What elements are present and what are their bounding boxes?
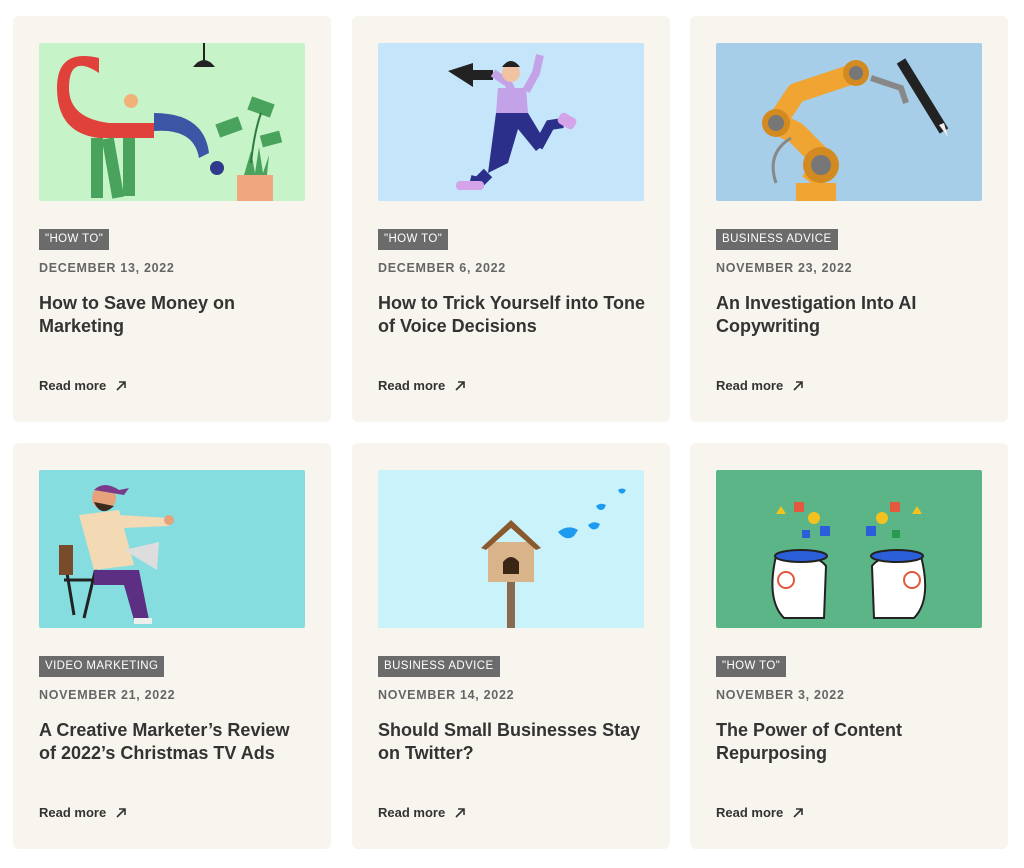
- category-tag[interactable]: BUSINESS ADVICE: [716, 229, 838, 250]
- post-card[interactable]: BUSINESS ADVICE NOVEMBER 23, 2022 An Inv…: [690, 16, 1008, 422]
- arrow-up-right-icon: [793, 380, 804, 391]
- director-chair-illustration[interactable]: [39, 470, 305, 628]
- post-title[interactable]: An Investigation Into AI Copywriting: [716, 292, 986, 338]
- two-heads-ideas-illustration[interactable]: [716, 470, 982, 628]
- arrow-up-right-icon: [793, 807, 804, 818]
- post-title[interactable]: The Power of Content Repurposing: [716, 719, 986, 765]
- category-tag[interactable]: VIDEO MARKETING: [39, 656, 165, 677]
- blog-post-grid: "HOW TO" DECEMBER 13, 2022 How to Save M…: [0, 0, 1024, 868]
- read-more-link[interactable]: Read more: [39, 805, 128, 820]
- category-tag[interactable]: "HOW TO": [39, 229, 110, 250]
- post-title[interactable]: How to Trick Yourself into Tone of Voice…: [378, 292, 648, 338]
- read-more-label: Read more: [378, 805, 446, 820]
- post-date: DECEMBER 6, 2022: [378, 261, 506, 275]
- post-date: DECEMBER 13, 2022: [39, 261, 175, 275]
- read-more-label: Read more: [378, 378, 446, 393]
- read-more-label: Read more: [39, 378, 107, 393]
- post-date: NOVEMBER 21, 2022: [39, 688, 176, 702]
- read-more-link[interactable]: Read more: [39, 378, 128, 393]
- read-more-label: Read more: [716, 805, 784, 820]
- category-tag[interactable]: "HOW TO": [716, 656, 787, 677]
- arrow-up-right-icon: [116, 807, 127, 818]
- arrow-up-right-icon: [116, 380, 127, 391]
- post-date: NOVEMBER 3, 2022: [716, 688, 845, 702]
- post-card[interactable]: "HOW TO" DECEMBER 6, 2022 How to Trick Y…: [352, 16, 670, 422]
- save-money-illustration[interactable]: [39, 43, 305, 201]
- megaphone-person-illustration[interactable]: [378, 43, 644, 201]
- post-title[interactable]: How to Save Money on Marketing: [39, 292, 309, 338]
- post-card[interactable]: VIDEO MARKETING NOVEMBER 21, 2022 A Crea…: [13, 443, 331, 849]
- post-title[interactable]: Should Small Businesses Stay on Twitter?: [378, 719, 648, 765]
- category-tag[interactable]: "HOW TO": [378, 229, 449, 250]
- post-title[interactable]: A Creative Marketer’s Review of 2022’s C…: [39, 719, 309, 765]
- post-card[interactable]: "HOW TO" NOVEMBER 3, 2022 The Power of C…: [690, 443, 1008, 849]
- read-more-label: Read more: [39, 805, 107, 820]
- category-tag[interactable]: BUSINESS ADVICE: [378, 656, 500, 677]
- post-date: NOVEMBER 14, 2022: [378, 688, 515, 702]
- post-card[interactable]: "HOW TO" DECEMBER 13, 2022 How to Save M…: [13, 16, 331, 422]
- read-more-link[interactable]: Read more: [716, 378, 805, 393]
- read-more-link[interactable]: Read more: [378, 378, 467, 393]
- read-more-label: Read more: [716, 378, 784, 393]
- arrow-up-right-icon: [455, 807, 466, 818]
- robot-arm-pen-illustration[interactable]: [716, 43, 982, 201]
- read-more-link[interactable]: Read more: [716, 805, 805, 820]
- arrow-up-right-icon: [455, 380, 466, 391]
- post-date: NOVEMBER 23, 2022: [716, 261, 853, 275]
- read-more-link[interactable]: Read more: [378, 805, 467, 820]
- post-card[interactable]: BUSINESS ADVICE NOVEMBER 14, 2022 Should…: [352, 443, 670, 849]
- birdhouse-twitter-illustration[interactable]: [378, 470, 644, 628]
